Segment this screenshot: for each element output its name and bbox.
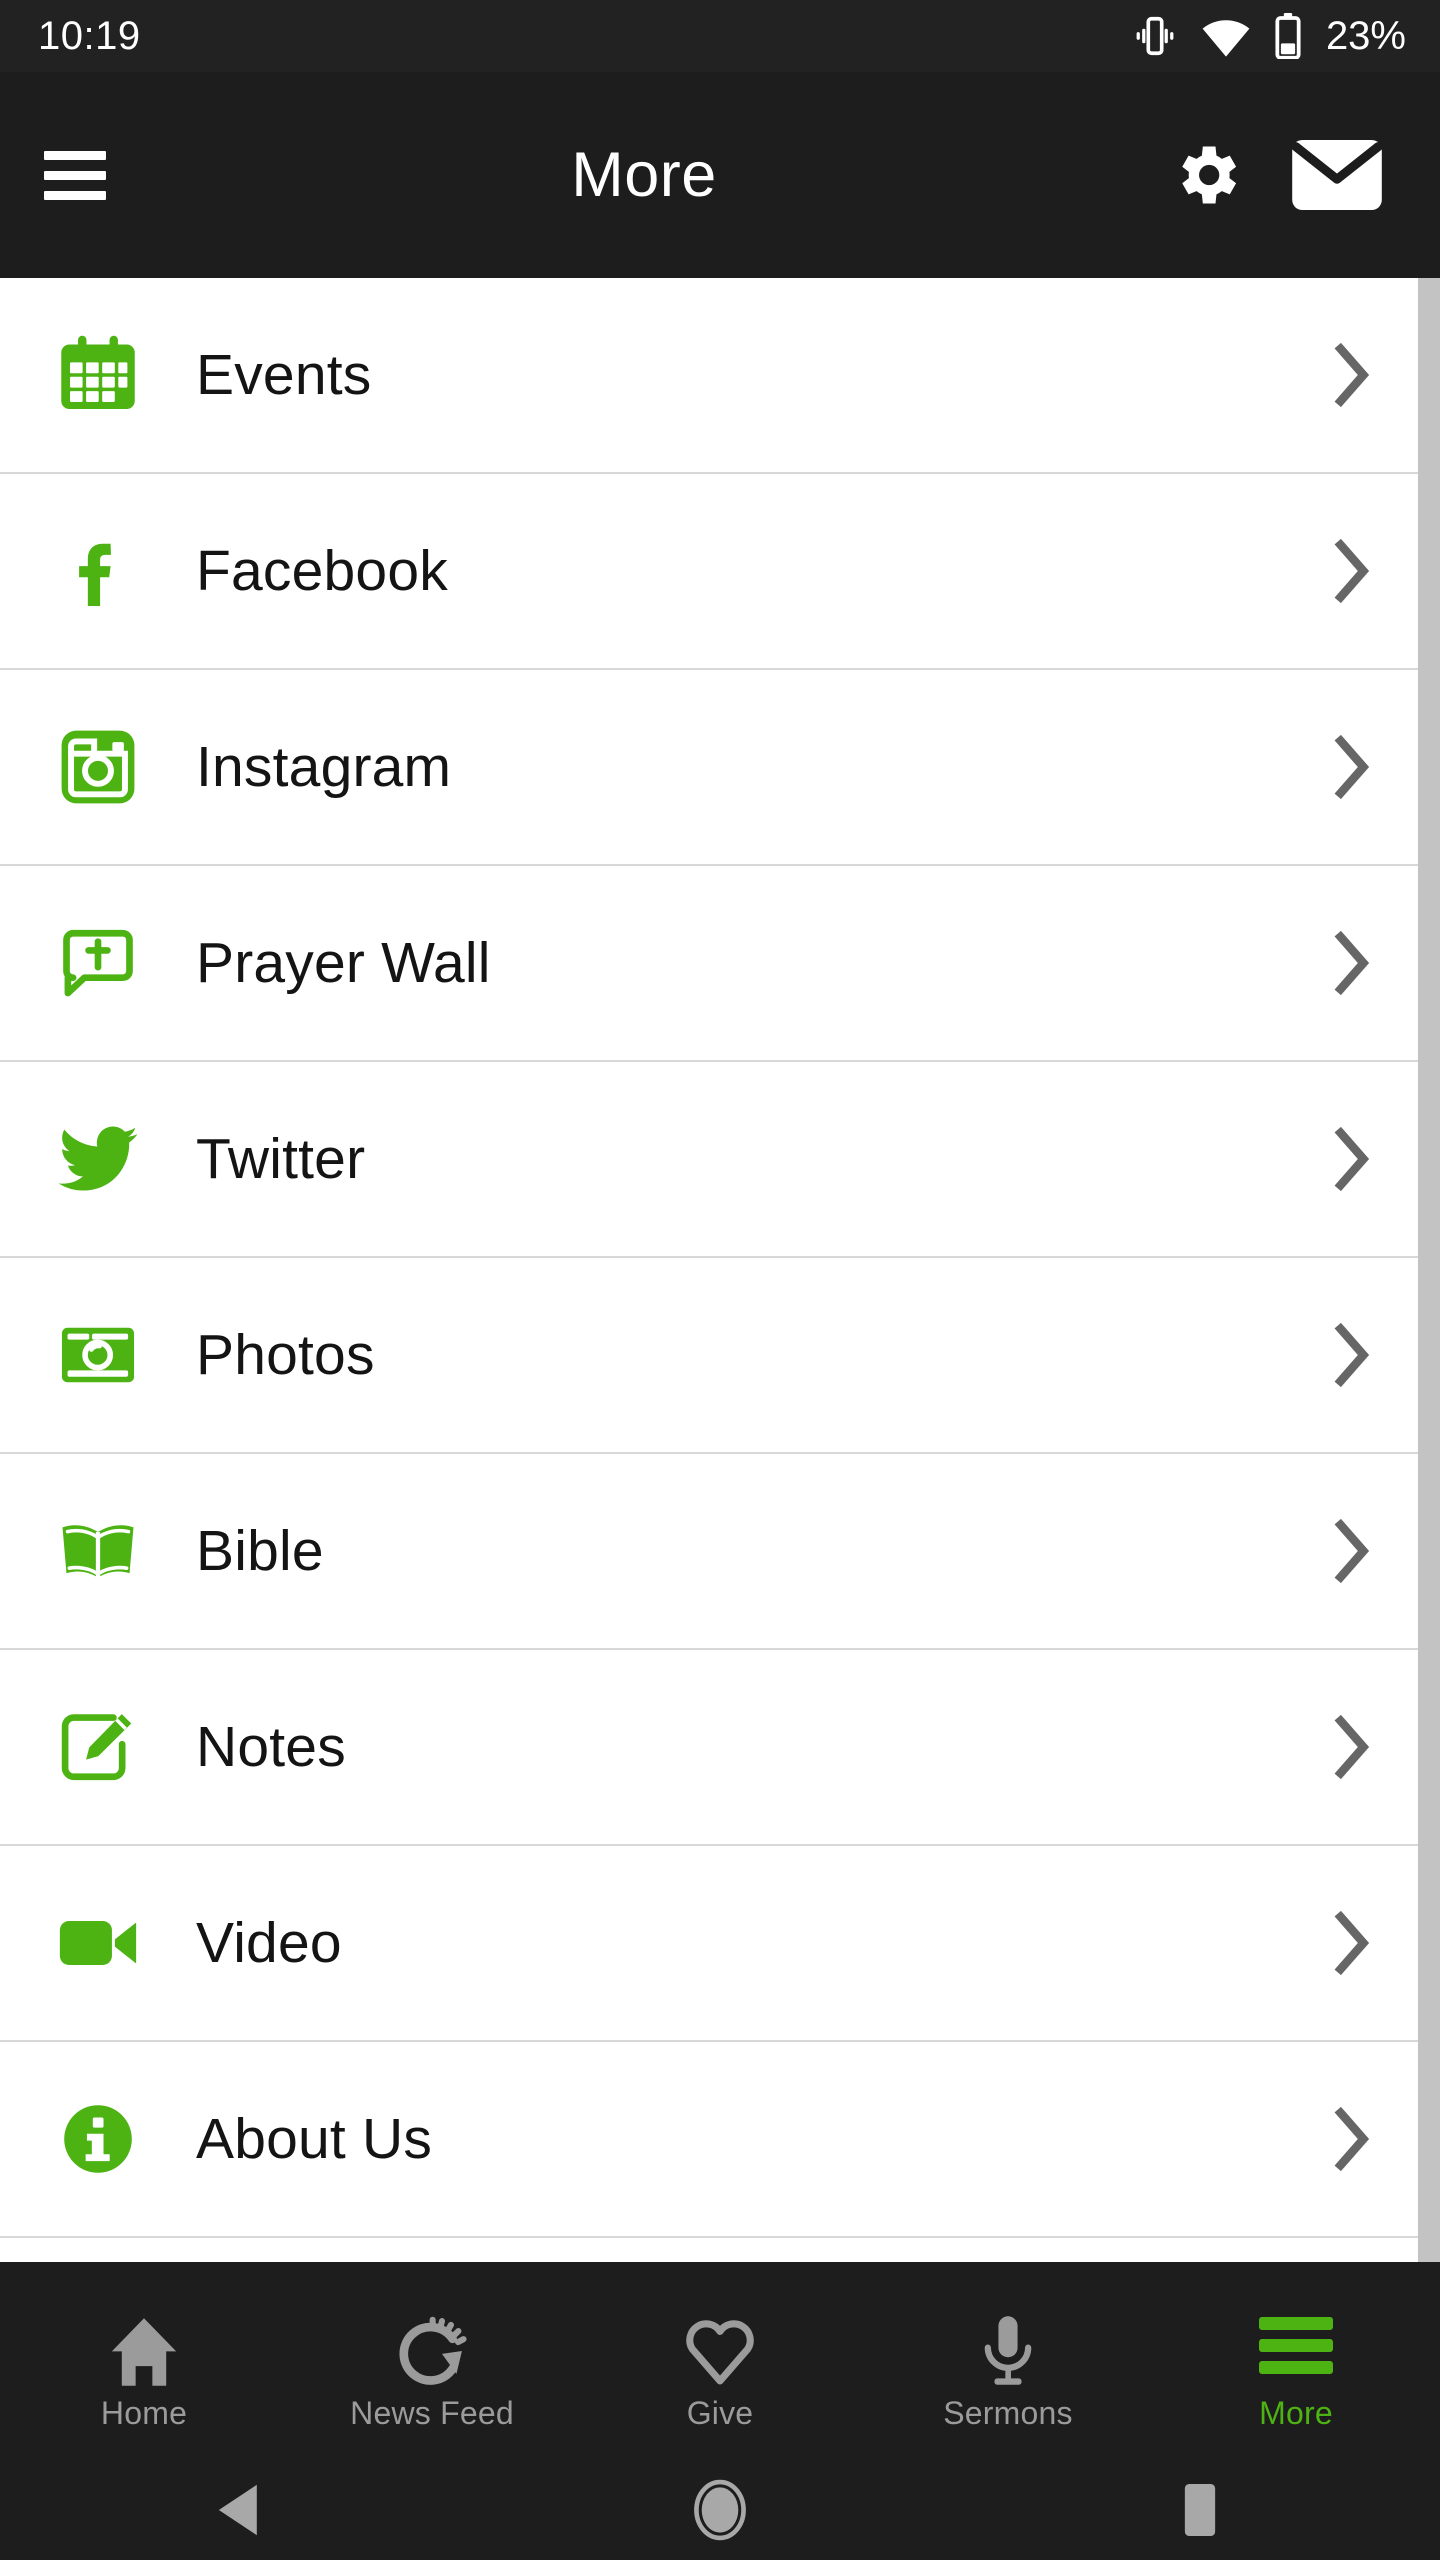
heart-icon [680,2303,760,2389]
list-item-label: Photos [196,1323,375,1387]
tab-label: More [1259,2394,1333,2431]
phone-screen: 10:19 23% More Events Facebook Instagram… [0,0,1440,2560]
calendar-icon [0,278,196,473]
camera-icon [0,1257,196,1453]
edit-pencil-icon [0,1649,196,1845]
list-item-label: Facebook [196,539,448,603]
page-title: More [571,140,717,210]
list-item[interactable]: Events [0,278,1440,474]
microphone-icon [978,2303,1038,2389]
list-item[interactable]: Photos [0,1258,1440,1454]
back-triangle-icon[interactable] [0,2482,480,2538]
battery-icon [1274,13,1302,59]
list-item-label: Notes [196,1715,346,1779]
header-actions [1168,137,1440,213]
more-menu-list[interactable]: Events Facebook Instagram Prayer Wall Tw… [0,278,1440,2262]
wifi-icon [1200,13,1252,59]
list-item-label: Bible [196,1519,324,1583]
list-item[interactable]: Notes [0,1650,1440,1846]
status-clock: 10:19 [38,14,141,58]
prayer-bubble-icon [0,865,196,1061]
list-item[interactable]: Twitter [0,1062,1440,1258]
list-item[interactable]: Video [0,1846,1440,2042]
list-item[interactable]: Prayer Wall [0,866,1440,1062]
status-bar: 10:19 23% [0,0,1440,72]
list-item-label: About Us [196,2107,433,2171]
status-indicators: 23% [1132,13,1406,59]
list-item-label: Events [196,343,372,407]
list-item-label: Prayer Wall [196,931,491,995]
tab-home[interactable]: Home [0,2262,288,2460]
envelope-icon[interactable] [1290,138,1384,212]
list-item-label: Video [196,1911,342,1975]
info-circle-icon [0,2041,196,2237]
tab-news-feed[interactable]: News Feed [288,2262,576,2460]
tab-more[interactable]: More [1152,2262,1440,2460]
open-book-icon [0,1453,196,1649]
list-item[interactable]: Bible [0,1454,1440,1650]
battery-percentage: 23% [1325,14,1406,58]
app-header: More [0,72,1440,278]
recents-square-icon[interactable] [960,2482,1440,2538]
video-camera-icon [0,1845,196,2041]
list-item[interactable]: Facebook [0,474,1440,670]
bottom-tab-bar: Home News Feed Give Sermons More [0,2262,1440,2460]
instagram-icon [0,669,196,865]
vibrate-icon [1132,13,1178,59]
tab-sermons[interactable]: Sermons [864,2262,1152,2460]
vertical-scrollbar[interactable] [1418,278,1440,2262]
list-item-label: Instagram [196,735,452,799]
twitter-bird-icon [0,1061,196,1257]
list-item[interactable]: About Us [0,2042,1440,2238]
tab-give[interactable]: Give [576,2262,864,2460]
tab-label: Sermons [943,2394,1073,2431]
tab-label: Home [100,2394,188,2431]
android-navigation-bar [0,2460,1440,2560]
gear-icon[interactable] [1168,137,1244,213]
tab-label: News Feed [350,2394,514,2431]
facebook-icon [0,473,196,669]
hamburger-icon [1259,2303,1333,2389]
tab-label: Give [686,2394,754,2431]
list-item[interactable]: Instagram [0,670,1440,866]
refresh-gauge-icon [391,2303,473,2389]
home-circle-icon[interactable] [480,2479,960,2541]
list-item-label: Twitter [196,1127,366,1191]
house-icon [105,2303,183,2389]
